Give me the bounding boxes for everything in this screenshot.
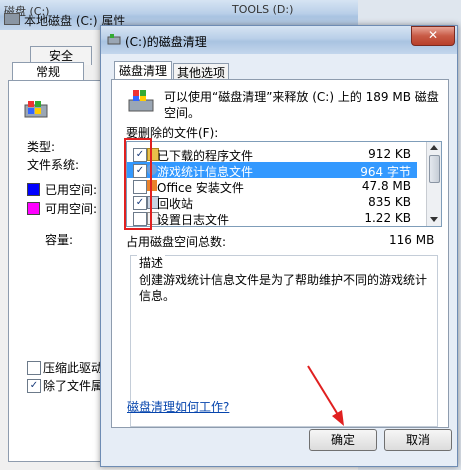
dialog-titlebar[interactable]: (C:)的磁盘清理 ✕ — [101, 26, 457, 54]
used-swatch — [27, 183, 40, 196]
index-label: 除了文件属 — [43, 379, 104, 393]
type-label: 类型: — [27, 140, 56, 154]
scroll-thumb[interactable] — [429, 155, 440, 183]
filesystem-label: 文件系统: — [27, 158, 80, 172]
file-size: 912 KB — [368, 147, 411, 161]
capacity-label: 容量: — [45, 233, 74, 247]
intro-text: 可以使用“磁盘清理”来释放 (C:) 上的 189 MB 磁盘空间。 — [164, 90, 439, 120]
cleanup-panel: 可以使用“磁盘清理”来释放 (C:) 上的 189 MB 磁盘空间。 要删除的文… — [111, 79, 449, 428]
list-item[interactable]: ✓ 已下载的程序文件 912 KB — [127, 146, 417, 163]
file-name: 设置日志文件 — [157, 213, 230, 227]
file-size: 835 KB — [368, 195, 411, 209]
other-window-title: TOOLS (D:) — [232, 3, 294, 16]
close-button[interactable]: ✕ — [411, 26, 455, 46]
ok-button[interactable]: 确定 — [309, 429, 377, 451]
tab-disk-cleanup[interactable]: 磁盘清理 — [114, 61, 172, 80]
used-label: 已用空间: — [45, 183, 98, 197]
drive-large-icon — [23, 99, 49, 121]
cleanup-icon — [107, 33, 121, 45]
list-item[interactable]: ✓ 回收站 835 KB — [127, 194, 417, 211]
list-item[interactable]: 设置日志文件 1.22 KB — [127, 210, 417, 227]
disk-cleanup-dialog: (C:)的磁盘清理 ✕ 磁盘清理 其他选项 可以使用“磁盘清理”来释放 (C:)… — [100, 25, 458, 467]
cleanup-large-icon — [127, 88, 155, 114]
scroll-down-arrow-icon[interactable] — [430, 217, 438, 222]
dialog-title: (C:)的磁盘清理 — [125, 35, 207, 49]
tab-more-options[interactable]: 其他选项 — [173, 63, 229, 80]
index-checkbox[interactable]: ✓ — [27, 379, 41, 393]
description-title: 描述 — [137, 254, 166, 271]
total-label: 占用磁盘空间总数: — [126, 235, 227, 249]
tab-general[interactable]: 常规 — [12, 62, 84, 81]
compress-label: 压缩此驱动 — [43, 361, 104, 375]
total-value: 116 MB — [389, 233, 435, 247]
compress-checkbox[interactable] — [27, 361, 41, 375]
list-item[interactable]: ✓ 游戏统计信息文件 964 字节 — [127, 162, 417, 179]
general-panel: 类型: 文件系统: 已用空间: 可用空间: 容量: 压缩此驱动 ✓ 除了文件属 — [8, 80, 105, 462]
checkbox-highlight-box — [124, 138, 152, 230]
list-scrollbar[interactable] — [426, 142, 441, 226]
file-size: 47.8 MB — [361, 179, 411, 193]
annotation-arrow-icon — [300, 360, 350, 430]
free-label: 可用空间: — [45, 202, 98, 216]
drive-icon — [4, 13, 20, 25]
description-text: 创建游戏统计信息文件是为了帮助维护不同的游戏统计信息。 — [139, 273, 428, 303]
help-link[interactable]: 磁盘清理如何工作? — [127, 398, 229, 415]
cancel-button[interactable]: 取消 — [384, 429, 452, 451]
files-list[interactable]: ✓ 已下载的程序文件 912 KB ✓ 游戏统计信息文件 964 字节 Offi… — [126, 141, 442, 227]
file-size: 1.22 KB — [364, 211, 411, 225]
scroll-up-arrow-icon[interactable] — [430, 145, 438, 150]
free-swatch — [27, 202, 40, 215]
list-item[interactable]: Office 安装文件 47.8 MB — [127, 178, 417, 195]
